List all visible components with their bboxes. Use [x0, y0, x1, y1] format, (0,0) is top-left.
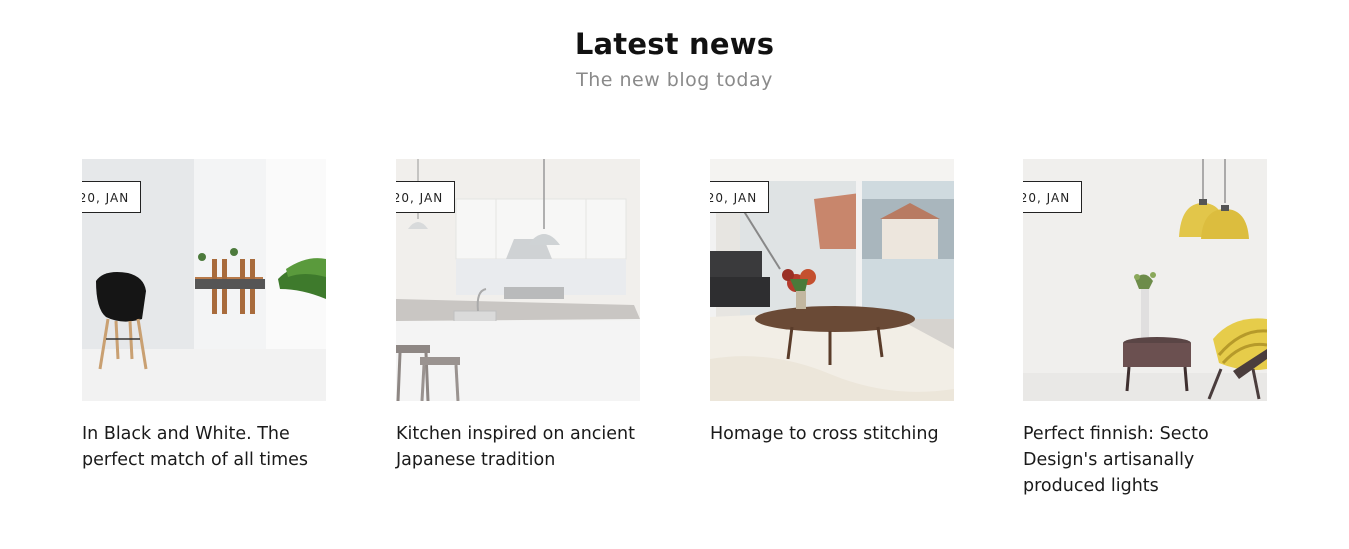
post-image[interactable]: 20, JAN	[82, 159, 326, 401]
post-title-link[interactable]: Homage to cross stitching	[710, 421, 950, 447]
news-card[interactable]: 20, JAN Kitchen inspired on ancient Japa…	[396, 159, 640, 473]
date-badge: 20, JAN	[710, 181, 769, 213]
post-image[interactable]: 20, JAN	[1023, 159, 1267, 401]
section-title: Latest news	[574, 27, 775, 61]
date-badge: 20, JAN	[82, 181, 141, 213]
news-card[interactable]: 20, JAN In Black and White. The perfect …	[82, 159, 326, 473]
date-badge: 20, JAN	[396, 181, 455, 213]
post-title-link[interactable]: Perfect finnish: Secto Design's artisana…	[1023, 421, 1263, 499]
section-header: Latest news The new blog today	[0, 0, 1349, 91]
section-subtitle: The new blog today	[576, 69, 773, 91]
date-badge: 20, JAN	[1023, 181, 1082, 213]
post-image[interactable]: 20, JAN	[710, 159, 954, 401]
post-title-link[interactable]: In Black and White. The perfect match of…	[82, 421, 322, 473]
news-card[interactable]: 20, JAN Perfect finnish: Secto Design's …	[1023, 159, 1267, 499]
post-title-link[interactable]: Kitchen inspired on ancient Japanese tra…	[396, 421, 636, 473]
news-card[interactable]: 20, JAN Homage to cross stitching	[710, 159, 954, 447]
post-image[interactable]: 20, JAN	[396, 159, 640, 401]
